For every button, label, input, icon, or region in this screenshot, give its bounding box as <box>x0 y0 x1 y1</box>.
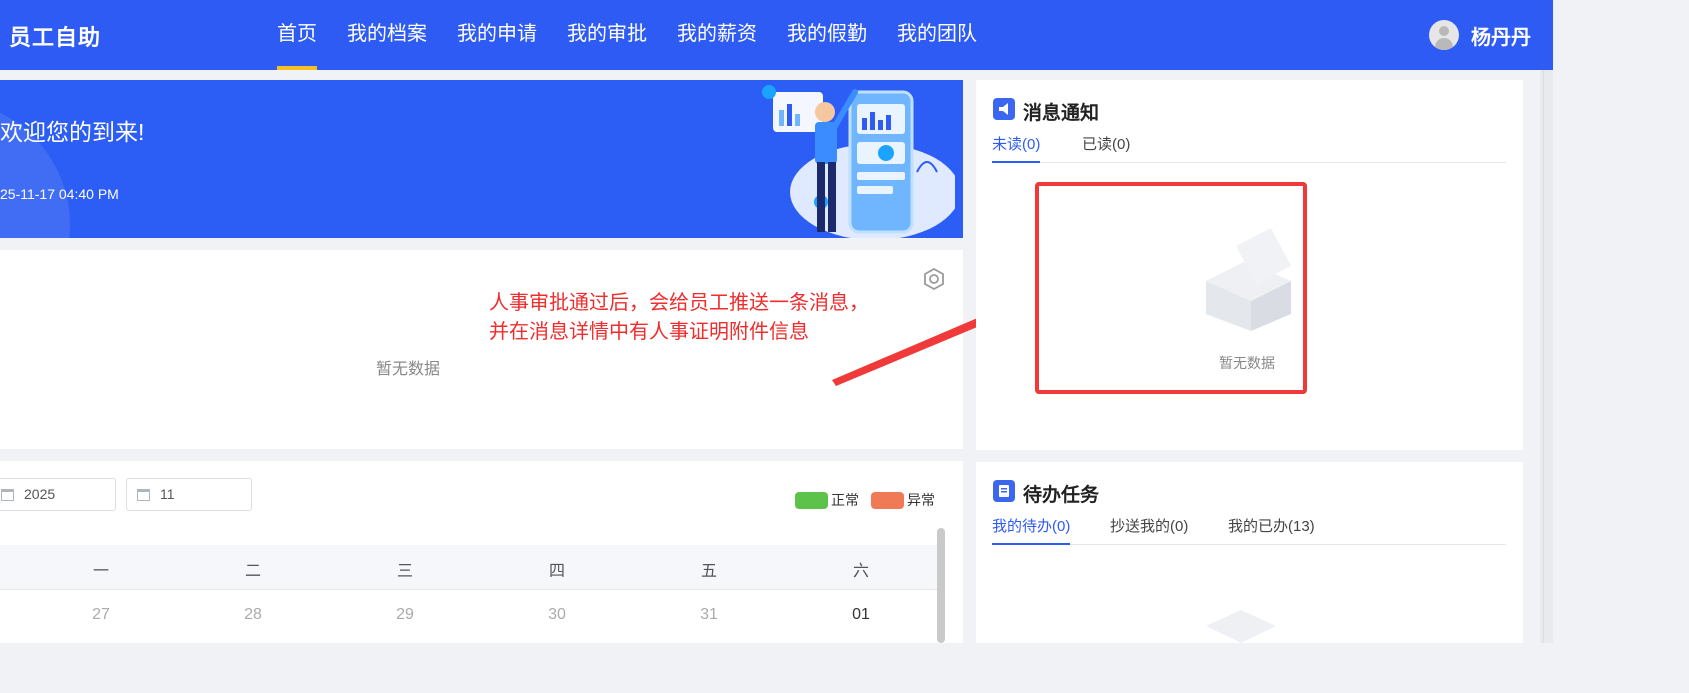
tab-my-todo[interactable]: 我的待办(0) <box>992 515 1070 536</box>
weekday-sat: 六 <box>852 563 869 580</box>
active-tab-indicator <box>992 543 1070 545</box>
weekday-tue: 二 <box>244 563 261 580</box>
nav-my-applications[interactable]: 我的申请 <box>442 0 552 70</box>
highlight-box <box>1035 182 1307 394</box>
nav-home[interactable]: 首页 <box>262 0 332 70</box>
legend-normal: 正常 <box>795 490 859 510</box>
nav-my-leave[interactable]: 我的假勤 <box>772 0 882 70</box>
legend-swatch-abnormal <box>871 491 904 509</box>
tab-my-done[interactable]: 我的已办(13) <box>1228 515 1315 536</box>
legend-label-normal: 正常 <box>831 492 859 508</box>
calendar-day[interactable]: 29 <box>385 606 425 624</box>
legend-label-abnormal: 异常 <box>907 492 935 508</box>
user-name[interactable]: 杨丹丹 <box>1471 21 1531 50</box>
weekday-mon: 一 <box>92 563 109 580</box>
tab-unread[interactable]: 未读(0) <box>992 133 1040 154</box>
weekday-fri: 五 <box>700 563 717 580</box>
tab-divider <box>992 162 1506 163</box>
month-picker[interactable]: 11 <box>126 478 252 511</box>
notice-title: 消息通知 <box>1023 103 1100 124</box>
welcome-text: 欢迎您的到来! <box>0 119 145 145</box>
legend-swatch-normal <box>795 491 828 509</box>
month-value: 11 <box>160 486 175 502</box>
current-datetime: 25-11-17 04:40 PM <box>0 186 119 202</box>
weekday-thu: 四 <box>548 563 565 580</box>
nav-my-profile[interactable]: 我的档案 <box>332 0 442 70</box>
shortcut-panel <box>0 250 963 449</box>
year-value: 2025 <box>24 486 56 502</box>
nav-my-team[interactable]: 我的团队 <box>882 0 992 70</box>
annotation-line-1: 人事审批通过后，会给员工推送一条消息， <box>489 292 869 314</box>
tab-cc-me[interactable]: 抄送我的(0) <box>1110 515 1188 536</box>
top-bar: 员工自助 首页 我的档案 我的申请 我的审批 我的薪资 我的假勤 我的团队 杨丹… <box>0 0 1553 70</box>
banner-illustration <box>762 85 955 238</box>
empty-state-text: 暂无数据 <box>376 361 441 378</box>
welcome-banner: 欢迎您的到来! 25-11-17 04:40 PM <box>0 80 963 238</box>
task-list-icon <box>993 480 1015 502</box>
empty-box-icon <box>1206 610 1276 643</box>
nav-my-approvals[interactable]: 我的审批 <box>552 0 662 70</box>
nav-my-salary[interactable]: 我的薪资 <box>662 0 772 70</box>
calendar-day[interactable]: 01 <box>841 606 881 624</box>
calendar-day[interactable]: 28 <box>233 606 273 624</box>
calendar-icon <box>137 489 150 501</box>
weekday-wed: 三 <box>396 563 413 580</box>
calendar-scrollbar[interactable] <box>937 528 945 643</box>
calendar-day[interactable]: 27 <box>81 606 121 624</box>
annotation-line-2: 并在消息详情中有人事证明附件信息 <box>489 321 809 343</box>
app-brand[interactable]: 员工自助 <box>9 20 101 52</box>
page-scrollbar-track[interactable] <box>1540 70 1553 643</box>
legend-abnormal: 异常 <box>871 490 935 510</box>
tab-read[interactable]: 已读(0) <box>1082 133 1130 154</box>
year-picker[interactable]: 2025 <box>0 478 116 511</box>
avatar[interactable] <box>1429 20 1459 50</box>
calendar-day[interactable]: 31 <box>689 606 729 624</box>
weekday-header <box>0 545 937 589</box>
active-tab-indicator <box>992 161 1040 163</box>
row-divider <box>0 589 937 590</box>
calendar-icon <box>1 489 14 501</box>
main-nav: 首页 我的档案 我的申请 我的审批 我的薪资 我的假勤 我的团队 <box>262 0 992 70</box>
calendar-day[interactable]: 30 <box>537 606 577 624</box>
task-title: 待办任务 <box>1023 485 1100 506</box>
megaphone-icon <box>993 98 1015 120</box>
user-menu[interactable]: 杨丹丹 <box>1429 20 1531 50</box>
annotation-text: 人事审批通过后，会给员工推送一条消息， 并在消息详情中有人事证明附件信息 <box>489 289 869 347</box>
